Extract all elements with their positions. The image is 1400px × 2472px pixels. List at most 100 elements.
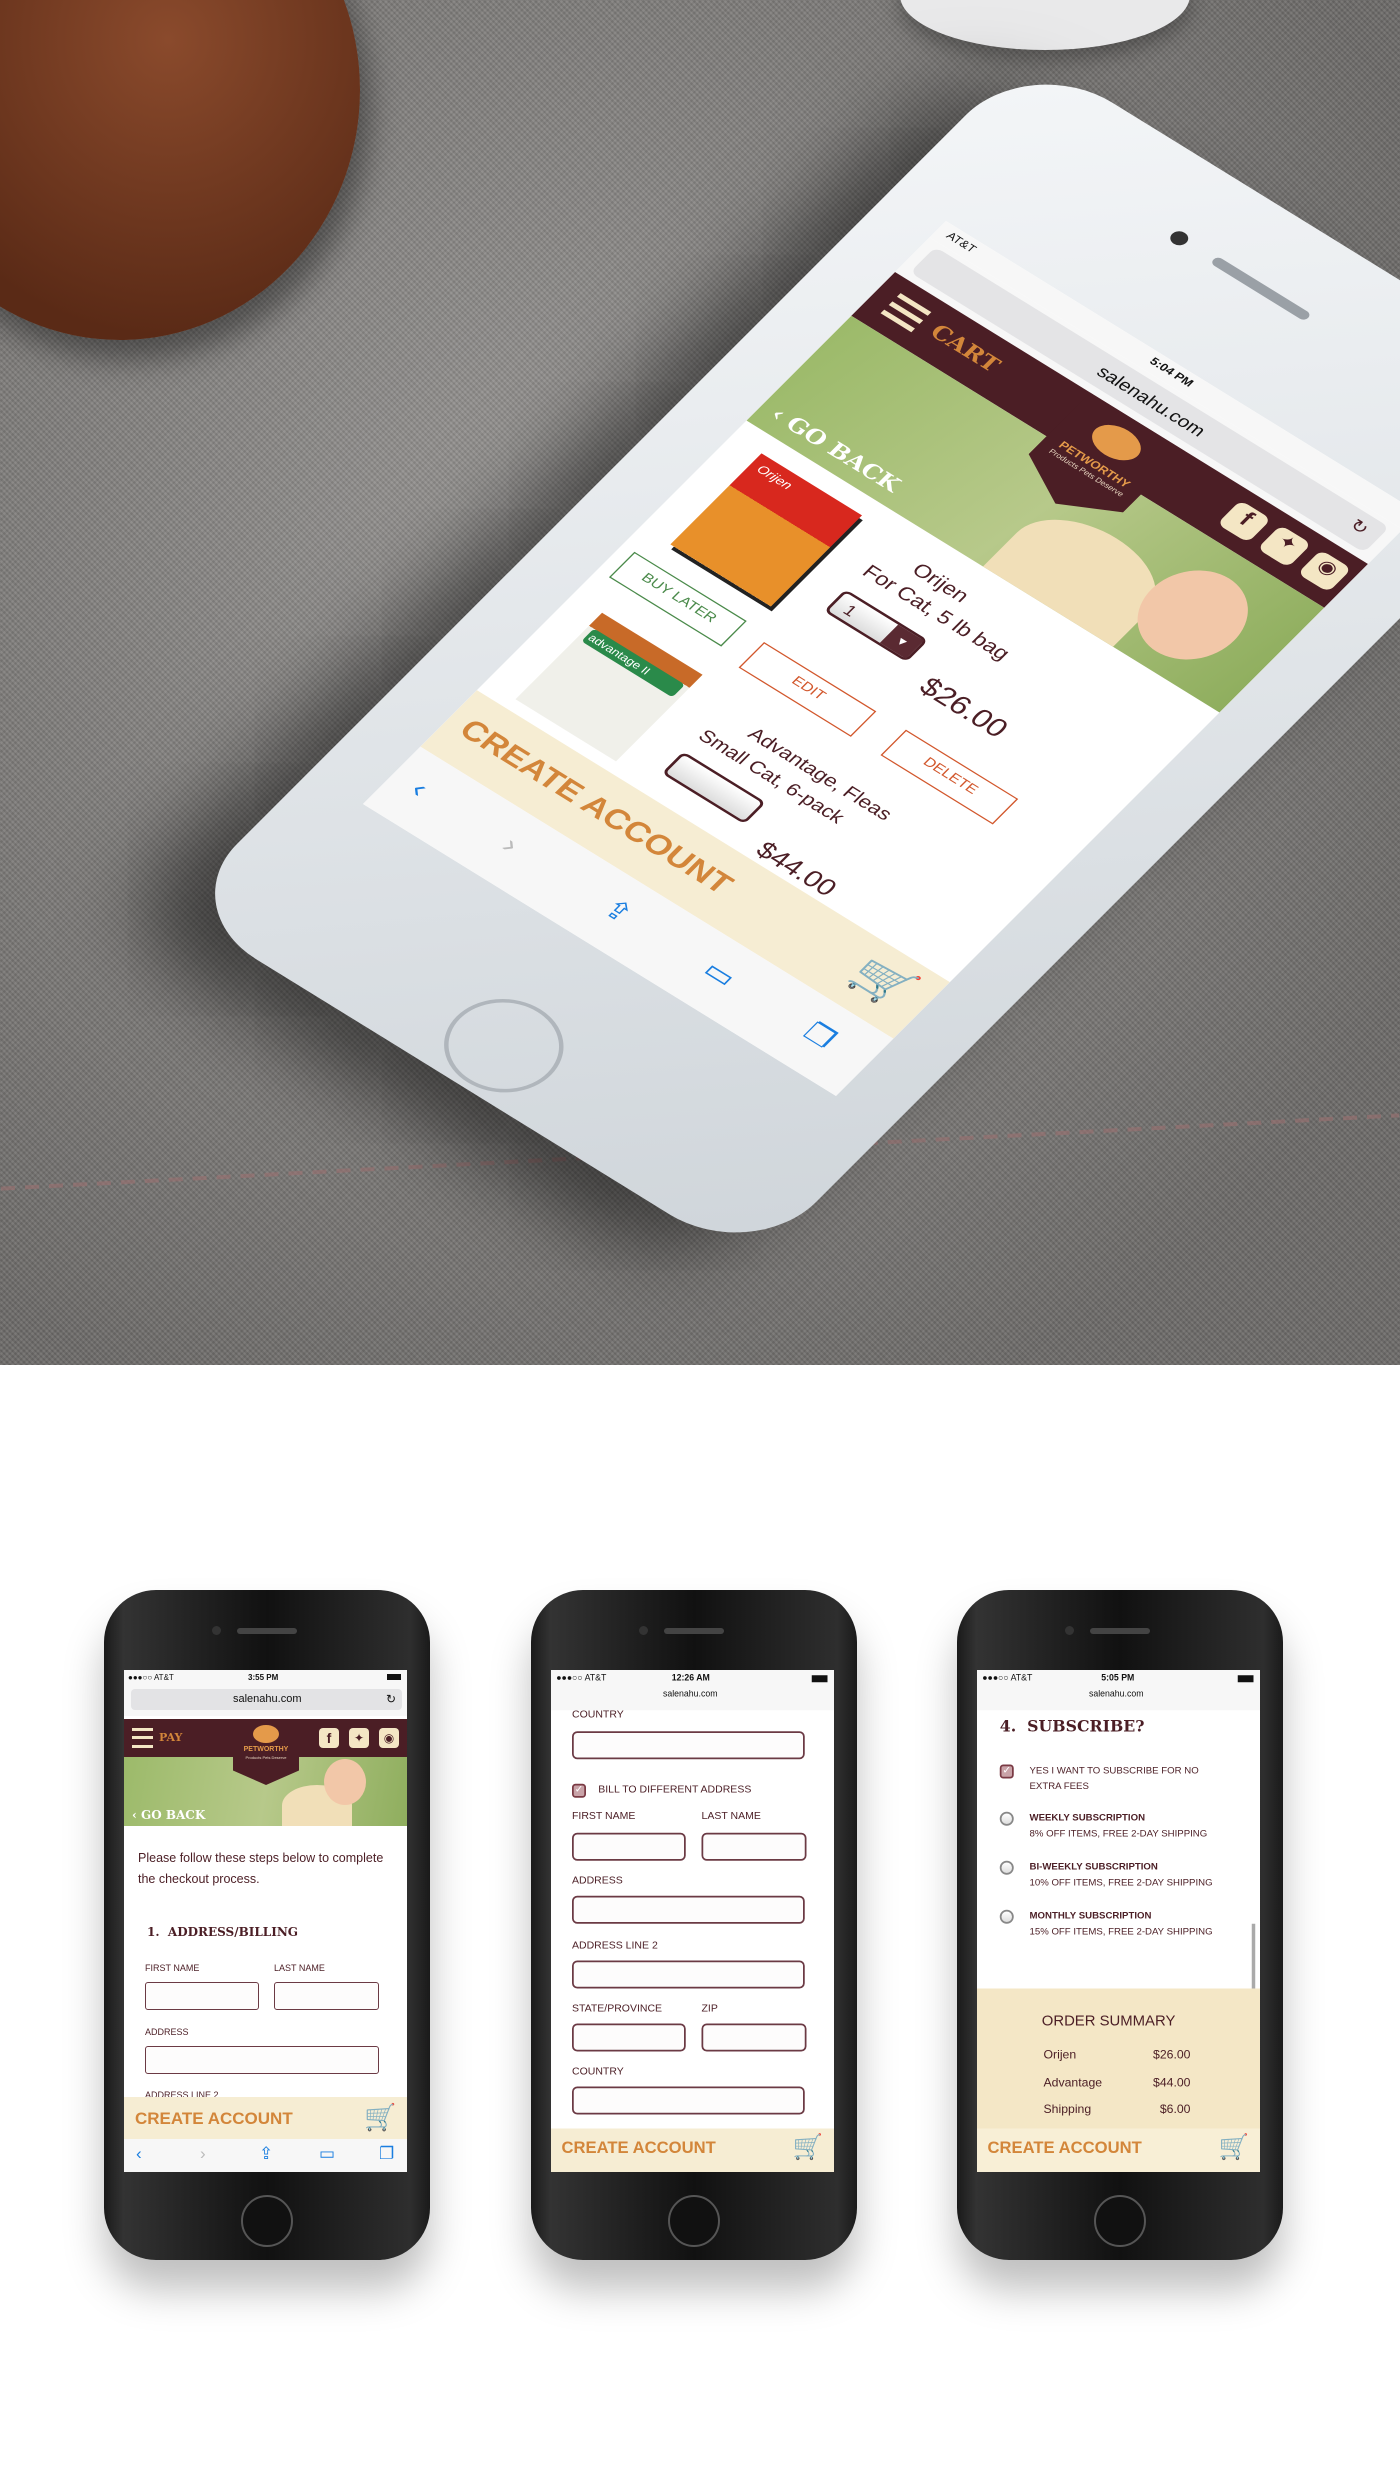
- tabs-icon[interactable]: ❐: [796, 1017, 843, 1055]
- url-text[interactable]: salenahu.com: [663, 1689, 717, 1700]
- url-text[interactable]: salenahu.com: [1089, 1689, 1143, 1700]
- carrier: ●●●○○ AT&T: [128, 1673, 174, 1682]
- create-account-bar[interactable]: CREATE ACCOUNT 🛒: [124, 2097, 407, 2139]
- summary-label: Advantage: [1043, 2077, 1103, 2090]
- share-icon[interactable]: ⇪: [259, 2144, 273, 2164]
- clock: 12:26 AM: [671, 1673, 710, 1685]
- tabs-icon[interactable]: ❐: [379, 2144, 394, 2164]
- product-image-label: advantage II: [581, 628, 686, 698]
- battery-icon: [387, 1674, 401, 1680]
- forward-icon[interactable]: ›: [200, 2144, 206, 2164]
- delete-button[interactable]: DELETE: [880, 729, 1019, 825]
- forward-icon[interactable]: ›: [494, 831, 526, 860]
- biweekly-radio[interactable]: [999, 1860, 1014, 1875]
- home-button[interactable]: [241, 2195, 293, 2247]
- speaker: [1090, 1628, 1150, 1634]
- bill-different-label: BILL TO DIFFERENT ADDRESS: [598, 1785, 752, 1797]
- country-input[interactable]: [572, 2086, 805, 2115]
- first-name-label: FIRST NAME: [572, 1811, 636, 1823]
- hero-photo: AT&T 5:04 PM salenahu.com ↻ CART f ✦ ◉ ‹…: [0, 0, 1400, 1365]
- twitter-icon[interactable]: ✦: [1257, 524, 1312, 568]
- twitter-icon[interactable]: ✦: [349, 1728, 369, 1748]
- reload-icon[interactable]: ↻: [386, 1692, 396, 1706]
- intro-text: Please follow these steps below to compl…: [138, 1851, 384, 1886]
- home-button[interactable]: [1094, 2195, 1146, 2247]
- zip-input[interactable]: [701, 2023, 807, 2052]
- edit-button[interactable]: EDIT: [738, 642, 877, 737]
- create-account-bar[interactable]: CREATE ACCOUNT 🛒: [977, 2128, 1260, 2172]
- phone-address-billing: ●●●○○ AT&T 3:55 PM salenahu.com ↻ PAY f …: [104, 1590, 430, 2260]
- cart-download-icon[interactable]: 🛒: [1219, 2132, 1250, 2162]
- section-heading: 4. SUBSCRIBE?: [999, 1719, 1145, 1737]
- chevron-down-icon: ▼: [879, 624, 925, 659]
- state-input[interactable]: [572, 2023, 686, 2052]
- option-desc: 10% OFF ITEMS, FREE 2-DAY SHIPPING: [1029, 1878, 1213, 1889]
- summary-value: $44.00: [1153, 2077, 1191, 2090]
- first-name-input[interactable]: [145, 1982, 259, 2010]
- address-input[interactable]: [145, 2046, 379, 2074]
- option-desc: 15% OFF ITEMS, FREE 2-DAY SHIPPING: [1029, 1927, 1213, 1938]
- camera: [212, 1626, 221, 1635]
- facebook-icon[interactable]: f: [1216, 500, 1272, 543]
- back-icon[interactable]: ‹: [136, 2144, 142, 2164]
- facebook-icon[interactable]: f: [319, 1728, 339, 1748]
- monthly-radio[interactable]: [999, 1909, 1014, 1924]
- cart-download-icon[interactable]: 🛒: [793, 2132, 824, 2162]
- logo-text: PETWORTHY: [243, 1746, 289, 1753]
- camera: [1166, 228, 1192, 249]
- clock: 3:55 PM: [248, 1673, 279, 1682]
- camera: [639, 1626, 648, 1635]
- first-name-label: FIRST NAME: [145, 1963, 200, 1973]
- status-bar: ●●●○○ AT&T 12:26 AM salenahu.com: [551, 1670, 834, 1711]
- last-name-input[interactable]: [701, 1832, 807, 1861]
- create-account-bar[interactable]: CREATE ACCOUNT 🛒: [551, 2128, 834, 2172]
- item-price: $26.00: [912, 671, 1016, 744]
- hamburger-icon[interactable]: [880, 293, 932, 333]
- state-label: STATE/PROVINCE: [572, 2004, 663, 2015]
- option-title: WEEKLY SUBSCRIPTION: [1029, 1813, 1146, 1825]
- cart-download-icon[interactable]: 🛒: [364, 2102, 396, 2133]
- cart-download-icon[interactable]: 🛒: [839, 948, 926, 1015]
- instagram-icon[interactable]: ◉: [1297, 549, 1352, 593]
- weekly-radio[interactable]: [999, 1811, 1014, 1826]
- address-line2-input[interactable]: [572, 1960, 805, 1989]
- last-name-label: LAST NAME: [701, 1811, 761, 1823]
- address-label: ADDRESS: [572, 1876, 623, 1888]
- go-back-link[interactable]: ‹ GO BACK: [132, 1808, 205, 1822]
- girl-image: [324, 1759, 366, 1805]
- address-input[interactable]: [572, 1895, 805, 1924]
- carrier: ●●●○○ AT&T: [556, 1673, 607, 1685]
- share-icon[interactable]: ⇪: [595, 893, 641, 930]
- option-title: BI-WEEKLY SUBSCRIPTION: [1029, 1862, 1158, 1874]
- bookmarks-icon[interactable]: ▭: [319, 2144, 335, 2164]
- last-name-label: LAST NAME: [274, 1963, 325, 1973]
- create-account-label: CREATE ACCOUNT: [135, 2109, 293, 2128]
- zip-label: ZIP: [701, 2004, 718, 2015]
- speaker: [664, 1628, 724, 1634]
- country-input[interactable]: [572, 1731, 805, 1760]
- instagram-icon[interactable]: ◉: [379, 1728, 399, 1748]
- create-account-label: CREATE ACCOUNT: [987, 2139, 1142, 2159]
- bookmarks-icon[interactable]: ▭: [695, 955, 743, 994]
- order-summary: ORDER SUMMARY Orijen $26.00 Advantage $4…: [977, 1988, 1260, 2129]
- screen: ●●●○○ AT&T 5:05 PM salenahu.com 4. SUBSC…: [977, 1670, 1260, 2172]
- wooden-board: [0, 0, 360, 340]
- summary-value: $26.00: [1153, 2049, 1191, 2062]
- option-desc: 8% OFF ITEMS, FREE 2-DAY SHIPPING: [1029, 1829, 1208, 1840]
- last-name-input[interactable]: [274, 1982, 379, 2010]
- summary-title: ORDER SUMMARY: [1041, 2011, 1176, 2029]
- back-icon[interactable]: ‹: [403, 774, 435, 803]
- home-button[interactable]: [420, 980, 588, 1112]
- battery-icon: [811, 1675, 828, 1683]
- quantity-value: 1: [839, 601, 862, 621]
- reload-icon[interactable]: ↻: [1345, 515, 1374, 539]
- hamburger-icon[interactable]: [132, 1728, 153, 1748]
- bill-different-checkbox[interactable]: ✓: [572, 1783, 586, 1798]
- country-label: COUNTRY: [572, 1710, 624, 1721]
- first-name-input[interactable]: [572, 1832, 686, 1861]
- url-bar[interactable]: salenahu.com ↻: [131, 1689, 402, 1710]
- url-text: salenahu.com: [233, 1693, 302, 1705]
- subscribe-checkbox[interactable]: ✓: [999, 1764, 1014, 1779]
- home-button[interactable]: [668, 2195, 720, 2247]
- orijen-product-image[interactable]: Orijen: [670, 453, 862, 607]
